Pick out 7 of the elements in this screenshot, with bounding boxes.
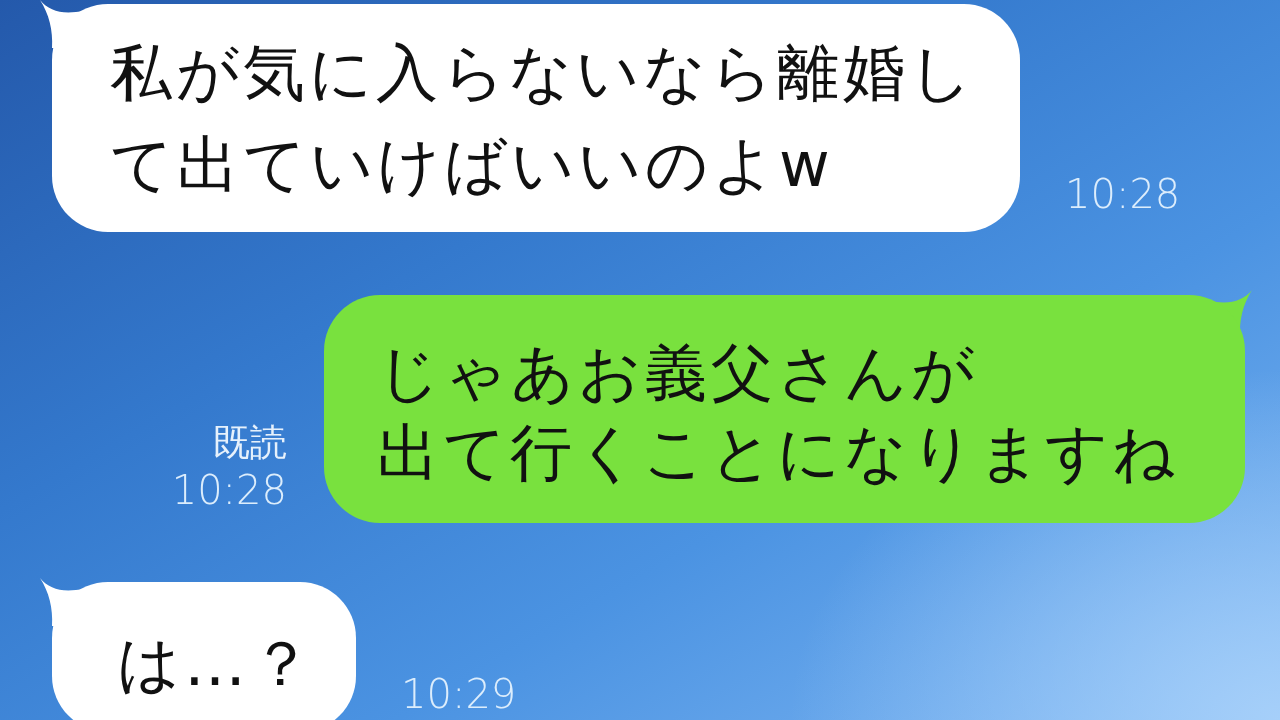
- timestamp: 10:28: [1065, 174, 1181, 214]
- message-text: 私が気に入らないなら離婚し て出ていけばいいのよw: [110, 35, 976, 203]
- message-text: は…？: [117, 626, 316, 702]
- message-text: じゃあお義父さんが 出て行くことになりますね: [377, 335, 1179, 491]
- timestamp: 10:29: [401, 674, 517, 714]
- read-receipt: 既読: [213, 420, 287, 467]
- timestamp: 10:28: [171, 470, 287, 510]
